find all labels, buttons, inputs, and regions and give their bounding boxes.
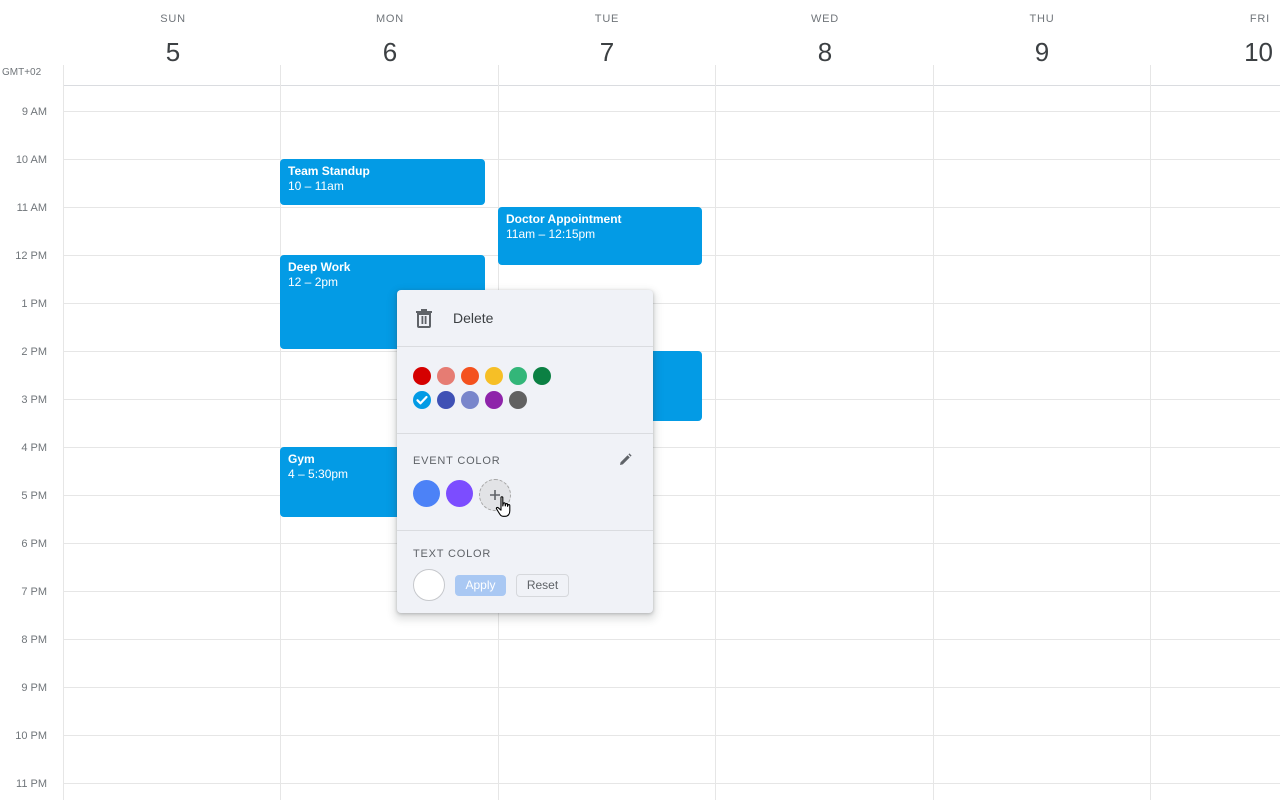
color-swatch-tangerine[interactable] [461, 367, 479, 385]
hour-label: 5 PM [21, 490, 47, 502]
day-number[interactable]: 5 [93, 37, 253, 68]
column-divider [63, 65, 64, 800]
day-number[interactable]: 6 [310, 37, 470, 68]
event-context-menu: Delete EVENT COLOR TEXT COLOR Apply Rese… [397, 290, 653, 613]
hour-line [63, 783, 1280, 784]
day-name: FRI [1249, 13, 1270, 25]
hour-label: 11 PM [16, 778, 47, 790]
day-name: SUN [160, 13, 186, 25]
column-divider [933, 65, 934, 800]
hour-line [63, 111, 1280, 112]
hour-line [63, 735, 1280, 736]
hour-line [63, 591, 1280, 592]
day-name: TUE [594, 13, 620, 25]
hour-label: 4 PM [21, 442, 47, 454]
delete-menu-item[interactable]: Delete [397, 290, 653, 347]
hour-label: 6 PM [21, 538, 47, 550]
day-number[interactable]: 7 [527, 37, 687, 68]
hour-line [63, 639, 1280, 640]
event-time: 11am – 12:15pm [506, 227, 596, 241]
hour-label: 2 PM [21, 346, 47, 358]
event-doctor-appointment[interactable]: Doctor Appointment 11am – 12:15pm [498, 207, 702, 265]
column-divider [1150, 65, 1151, 800]
add-custom-color-button[interactable] [479, 479, 511, 511]
hour-line [63, 159, 1280, 160]
menu-divider [397, 346, 653, 347]
day-name: MON [375, 13, 405, 25]
color-swatch-banana[interactable] [485, 367, 503, 385]
checkmark-icon [416, 395, 428, 405]
event-title: Doctor Appointment [506, 212, 622, 226]
hour-label: 7 PM [21, 586, 47, 598]
color-swatch-flamingo[interactable] [437, 367, 455, 385]
hour-line [63, 687, 1280, 688]
hour-label: 12 PM [15, 250, 47, 262]
color-swatch-sage[interactable] [509, 367, 527, 385]
day-number[interactable]: 9 [962, 37, 1122, 68]
day-number[interactable]: 10 [1244, 37, 1273, 68]
hour-label: 8 PM [21, 634, 47, 646]
event-title: Team Standup [288, 164, 370, 178]
reset-button[interactable]: Reset [516, 574, 569, 597]
hour-label: 9 PM [21, 682, 47, 694]
text-color-swatch[interactable] [413, 569, 445, 601]
hour-line [63, 447, 1280, 448]
hour-label: 10 PM [15, 730, 47, 742]
trash-icon [416, 309, 432, 328]
timezone-label: GMT+02 [2, 67, 42, 78]
hour-line [63, 543, 1280, 544]
event-time: 12 – 2pm [288, 275, 339, 289]
color-swatch-graphite[interactable] [509, 391, 527, 409]
hour-line [63, 303, 1280, 304]
day-number[interactable]: 8 [745, 37, 905, 68]
delete-label: Delete [453, 310, 494, 326]
day-name: THU [1029, 13, 1055, 25]
color-swatch-grape[interactable] [485, 391, 503, 409]
pencil-icon[interactable] [618, 453, 632, 467]
event-team-standup[interactable]: Team Standup 10 – 11am [280, 159, 485, 205]
column-divider [715, 65, 716, 800]
hour-label: 9 AM [21, 106, 47, 118]
hour-label: 10 AM [15, 154, 47, 166]
text-color-label: TEXT COLOR [413, 548, 492, 560]
color-swatch-lavender[interactable] [461, 391, 479, 409]
hour-line [63, 495, 1280, 496]
calendar-week-view: SUN 5 MON 6 TUE 7 WED 8 THU 9 FRI 10 GMT… [0, 0, 1280, 800]
plus-icon [490, 490, 500, 500]
apply-button[interactable]: Apply [455, 575, 506, 596]
hour-label: 3 PM [21, 394, 47, 406]
color-swatch-peacock[interactable] [413, 391, 431, 409]
custom-color-swatch[interactable] [446, 480, 473, 507]
color-swatch-basil[interactable] [533, 367, 551, 385]
event-title: Deep Work [288, 260, 351, 274]
menu-divider [397, 433, 653, 434]
custom-color-swatch[interactable] [413, 480, 440, 507]
color-swatch-tomato[interactable] [413, 367, 431, 385]
event-time: 10 – 11am [288, 179, 344, 193]
menu-divider [397, 530, 653, 531]
header-divider [63, 85, 1280, 86]
hour-label: 1 PM [21, 298, 47, 310]
hour-label: 11 AM [16, 202, 47, 214]
day-name: WED [810, 13, 840, 25]
event-color-label: EVENT COLOR [413, 455, 501, 467]
color-swatch-blueberry[interactable] [437, 391, 455, 409]
